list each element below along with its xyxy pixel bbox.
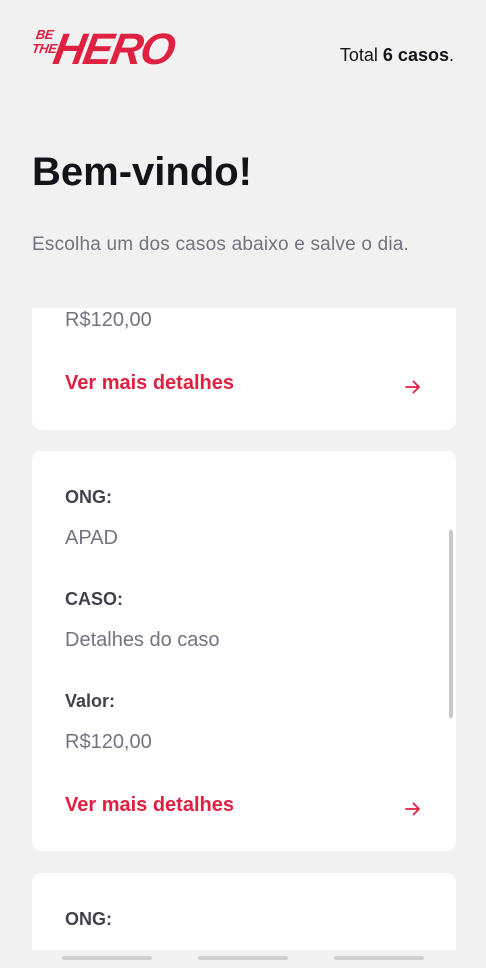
incident-card: R$120,00 Ver mais detalhes	[32, 308, 456, 430]
total-count: 6 casos	[382, 45, 449, 65]
header: BE THE HERO Total 6 casos.	[31, 25, 454, 86]
see-details-label: Ver mais detalhes	[65, 372, 234, 394]
bottom-indicator-bar	[62, 956, 152, 960]
ong-value: APAD	[65, 527, 118, 549]
be-the-hero-logo: BE THE HERO	[31, 25, 178, 82]
ong-label: ONG:	[65, 487, 112, 507]
arrow-right-icon	[405, 802, 420, 816]
total-prefix: Total	[339, 45, 383, 65]
see-details-label: Ver mais detalhes	[65, 794, 234, 816]
list-scrollbar[interactable]	[449, 530, 453, 718]
logo-hero: HERO	[49, 25, 178, 74]
incident-value: R$120,00	[65, 309, 152, 331]
incident-value: R$120,00	[65, 731, 152, 753]
see-details-button[interactable]: Ver mais detalhes	[65, 372, 424, 402]
bottom-indicator-bar	[198, 956, 288, 960]
ong-label: ONG:	[65, 909, 112, 929]
see-details-button[interactable]: Ver mais detalhes	[65, 794, 424, 824]
total-cases-text: Total 6 casos.	[340, 45, 454, 66]
value-label: Valor:	[65, 691, 116, 711]
bottom-indicator-bar	[334, 956, 424, 960]
case-value: Detalhes do caso	[65, 629, 220, 651]
incident-card: ONG:	[32, 873, 456, 950]
incident-list[interactable]: R$120,00 Ver mais detalhes ONG: APAD CAS…	[32, 308, 456, 950]
total-suffix: .	[448, 45, 454, 65]
case-label: CASO:	[65, 589, 123, 609]
incident-card: ONG: APAD CASO: Detalhes do caso Valor: …	[32, 451, 456, 851]
bottom-indicator	[0, 956, 486, 960]
arrow-right-icon	[405, 380, 420, 394]
logo-be: BE	[34, 27, 55, 42]
page-subtitle: Escolha um dos casos abaixo e salve o di…	[32, 234, 409, 255]
page-title: Bem-vindo!	[32, 150, 252, 194]
